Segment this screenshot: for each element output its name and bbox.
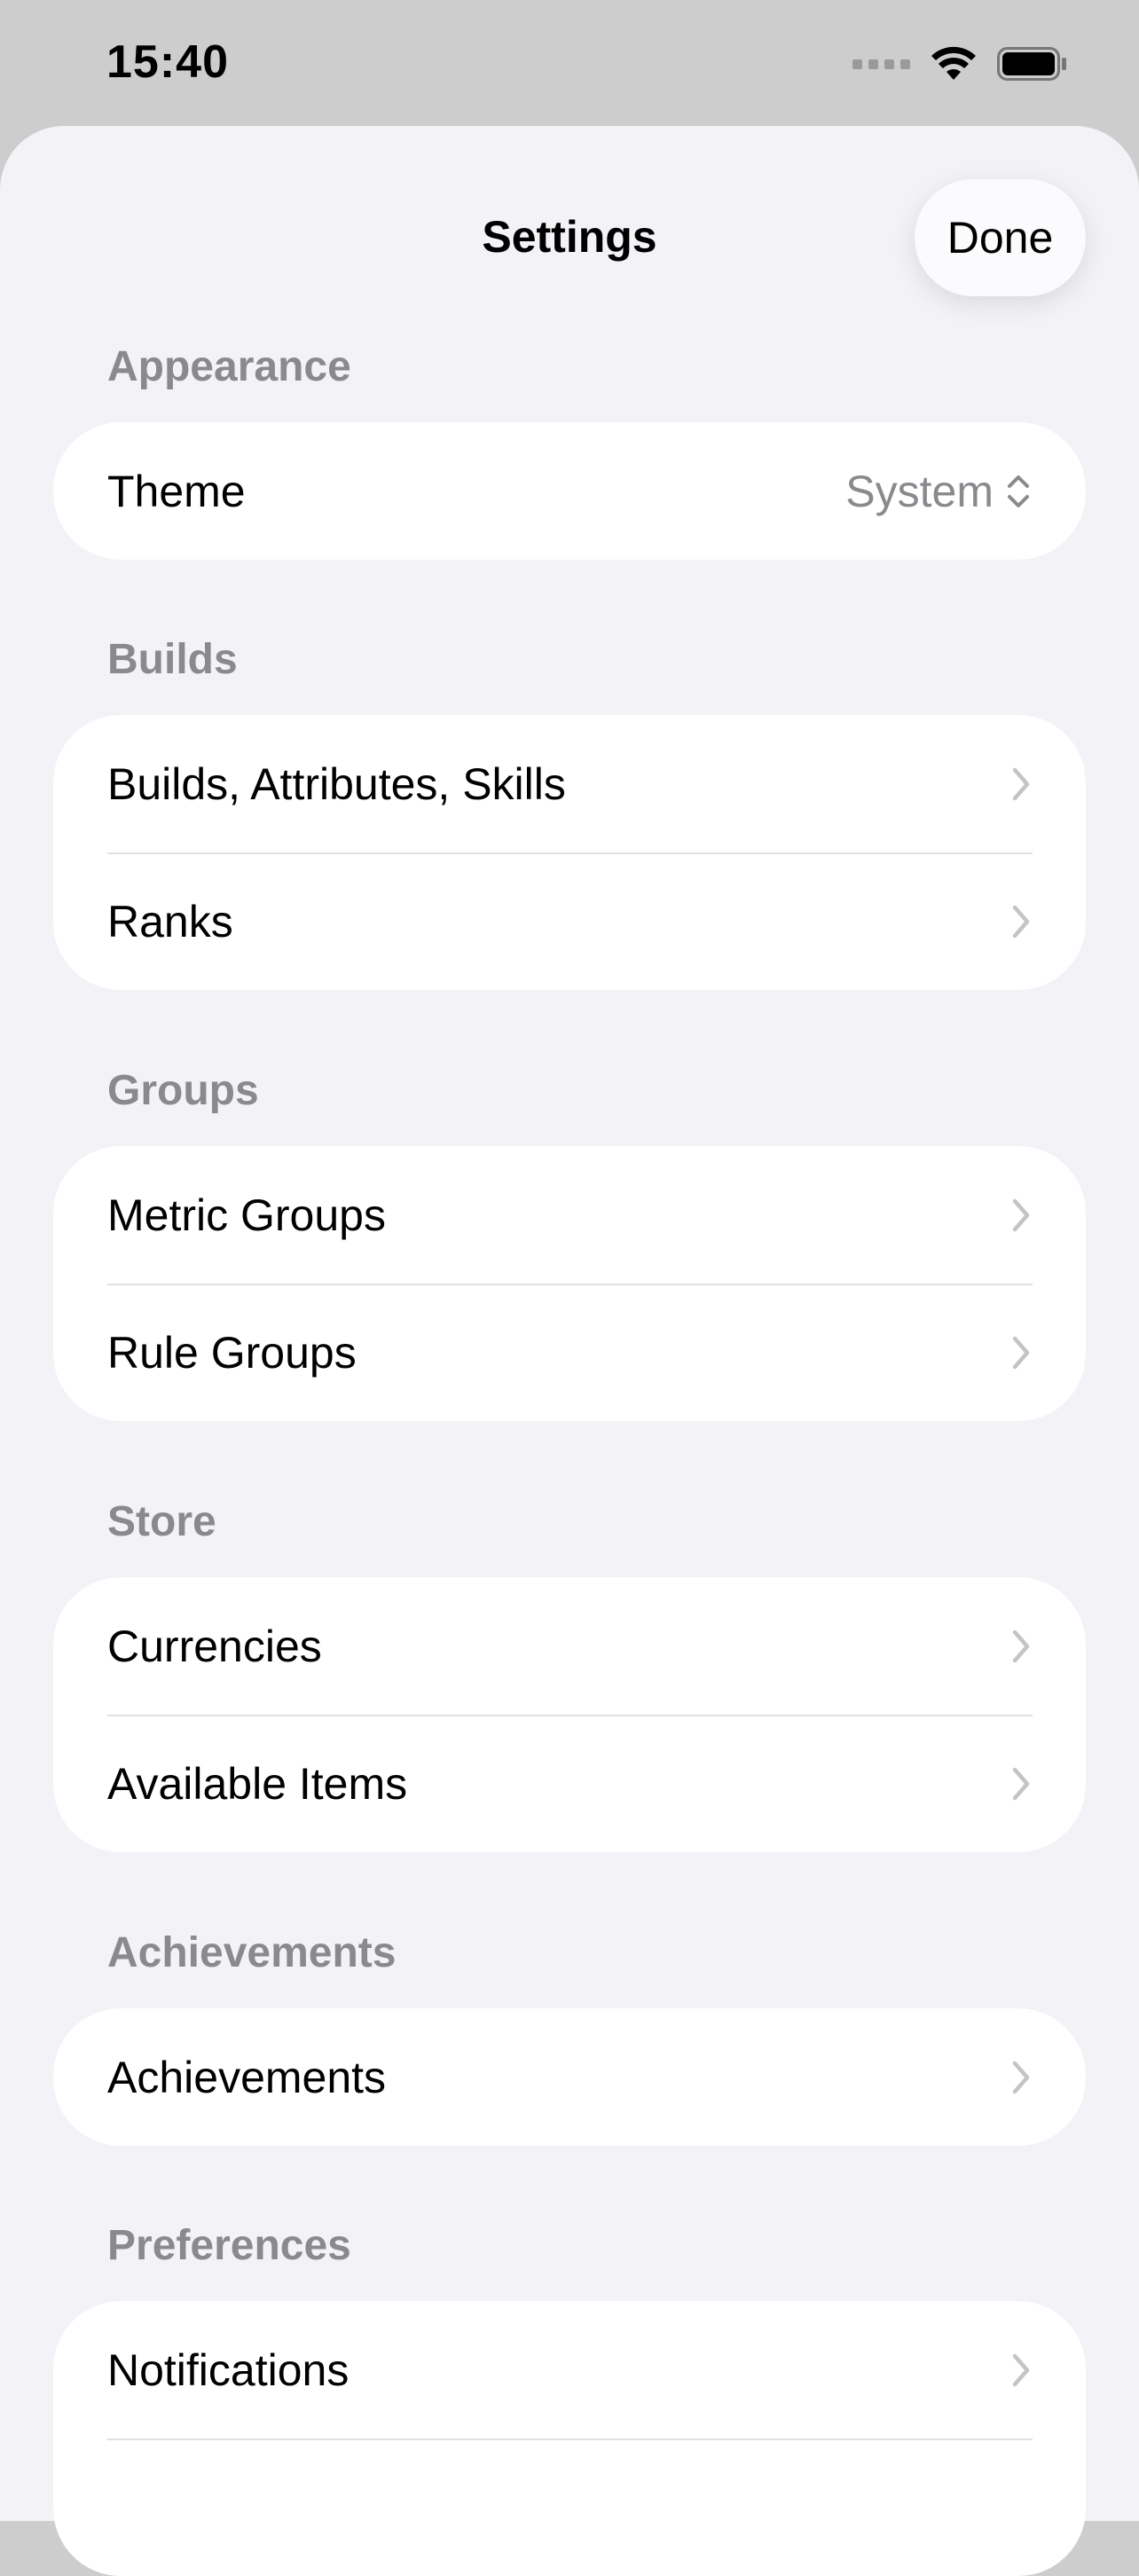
section-header-achievements: Achievements — [107, 1929, 397, 1976]
list-item-builds-attributes-skills[interactable]: Builds, Attributes, Skills — [53, 715, 1086, 852]
row-label: Metric Groups — [107, 1190, 386, 1240]
status-icons — [852, 39, 1068, 89]
chevron-right-icon — [1012, 1336, 1030, 1369]
done-button[interactable]: Done — [915, 179, 1086, 296]
theme-value: System — [845, 466, 994, 516]
chevron-right-icon — [1012, 2061, 1030, 2093]
preferences-card: Notifications — [53, 2301, 1086, 2576]
chevron-right-icon — [1012, 2353, 1030, 2386]
status-bar: 15:40 — [0, 0, 1139, 126]
chevron-up-down-icon — [1008, 475, 1029, 507]
row-label: Notifications — [107, 2344, 350, 2395]
chevron-right-icon — [1012, 905, 1030, 938]
chevron-right-icon — [1012, 1630, 1030, 1662]
section-header-preferences: Preferences — [107, 2222, 351, 2269]
battery-icon — [997, 47, 1066, 81]
section-header-builds: Builds — [107, 636, 238, 683]
chevron-right-icon — [1012, 1198, 1030, 1231]
store-card: Currencies Available Items — [53, 1577, 1086, 1852]
cellular-signal-icon — [852, 59, 910, 69]
row-label: Currencies — [107, 1621, 322, 1671]
settings-sheet: Settings Done Appearance Theme System Bu… — [0, 126, 1139, 2576]
status-time: 15:40 — [106, 36, 229, 88]
list-item-available-items[interactable]: Available Items — [53, 1715, 1086, 1852]
list-item-metric-groups[interactable]: Metric Groups — [53, 1146, 1086, 1284]
row-label: Builds, Attributes, Skills — [107, 758, 566, 809]
section-header-appearance: Appearance — [107, 343, 351, 390]
row-label: Achievements — [107, 2052, 387, 2102]
list-item-achievements[interactable]: Achievements — [53, 2008, 1086, 2146]
list-item-rule-groups[interactable]: Rule Groups — [53, 1284, 1086, 1421]
section-header-groups: Groups — [107, 1067, 259, 1114]
achievements-card: Achievements — [53, 2008, 1086, 2146]
list-item-ranks[interactable]: Ranks — [53, 852, 1086, 990]
theme-picker-row[interactable]: Theme System — [53, 422, 1086, 560]
wifi-icon — [931, 46, 976, 80]
appearance-card: Theme System — [53, 422, 1086, 560]
row-label: Available Items — [107, 1758, 408, 1809]
groups-card: Metric Groups Rule Groups — [53, 1146, 1086, 1421]
list-item-currencies[interactable]: Currencies — [53, 1577, 1086, 1715]
row-label: Rule Groups — [107, 1327, 357, 1378]
chevron-right-icon — [1012, 767, 1030, 800]
chevron-right-icon — [1012, 1767, 1030, 1800]
section-header-store: Store — [107, 1498, 216, 1545]
builds-card: Builds, Attributes, Skills Ranks — [53, 715, 1086, 990]
row-label: Theme — [107, 466, 246, 516]
list-item-next[interactable] — [53, 2439, 1086, 2576]
list-item-notifications[interactable]: Notifications — [53, 2301, 1086, 2439]
row-label: Ranks — [107, 896, 233, 946]
